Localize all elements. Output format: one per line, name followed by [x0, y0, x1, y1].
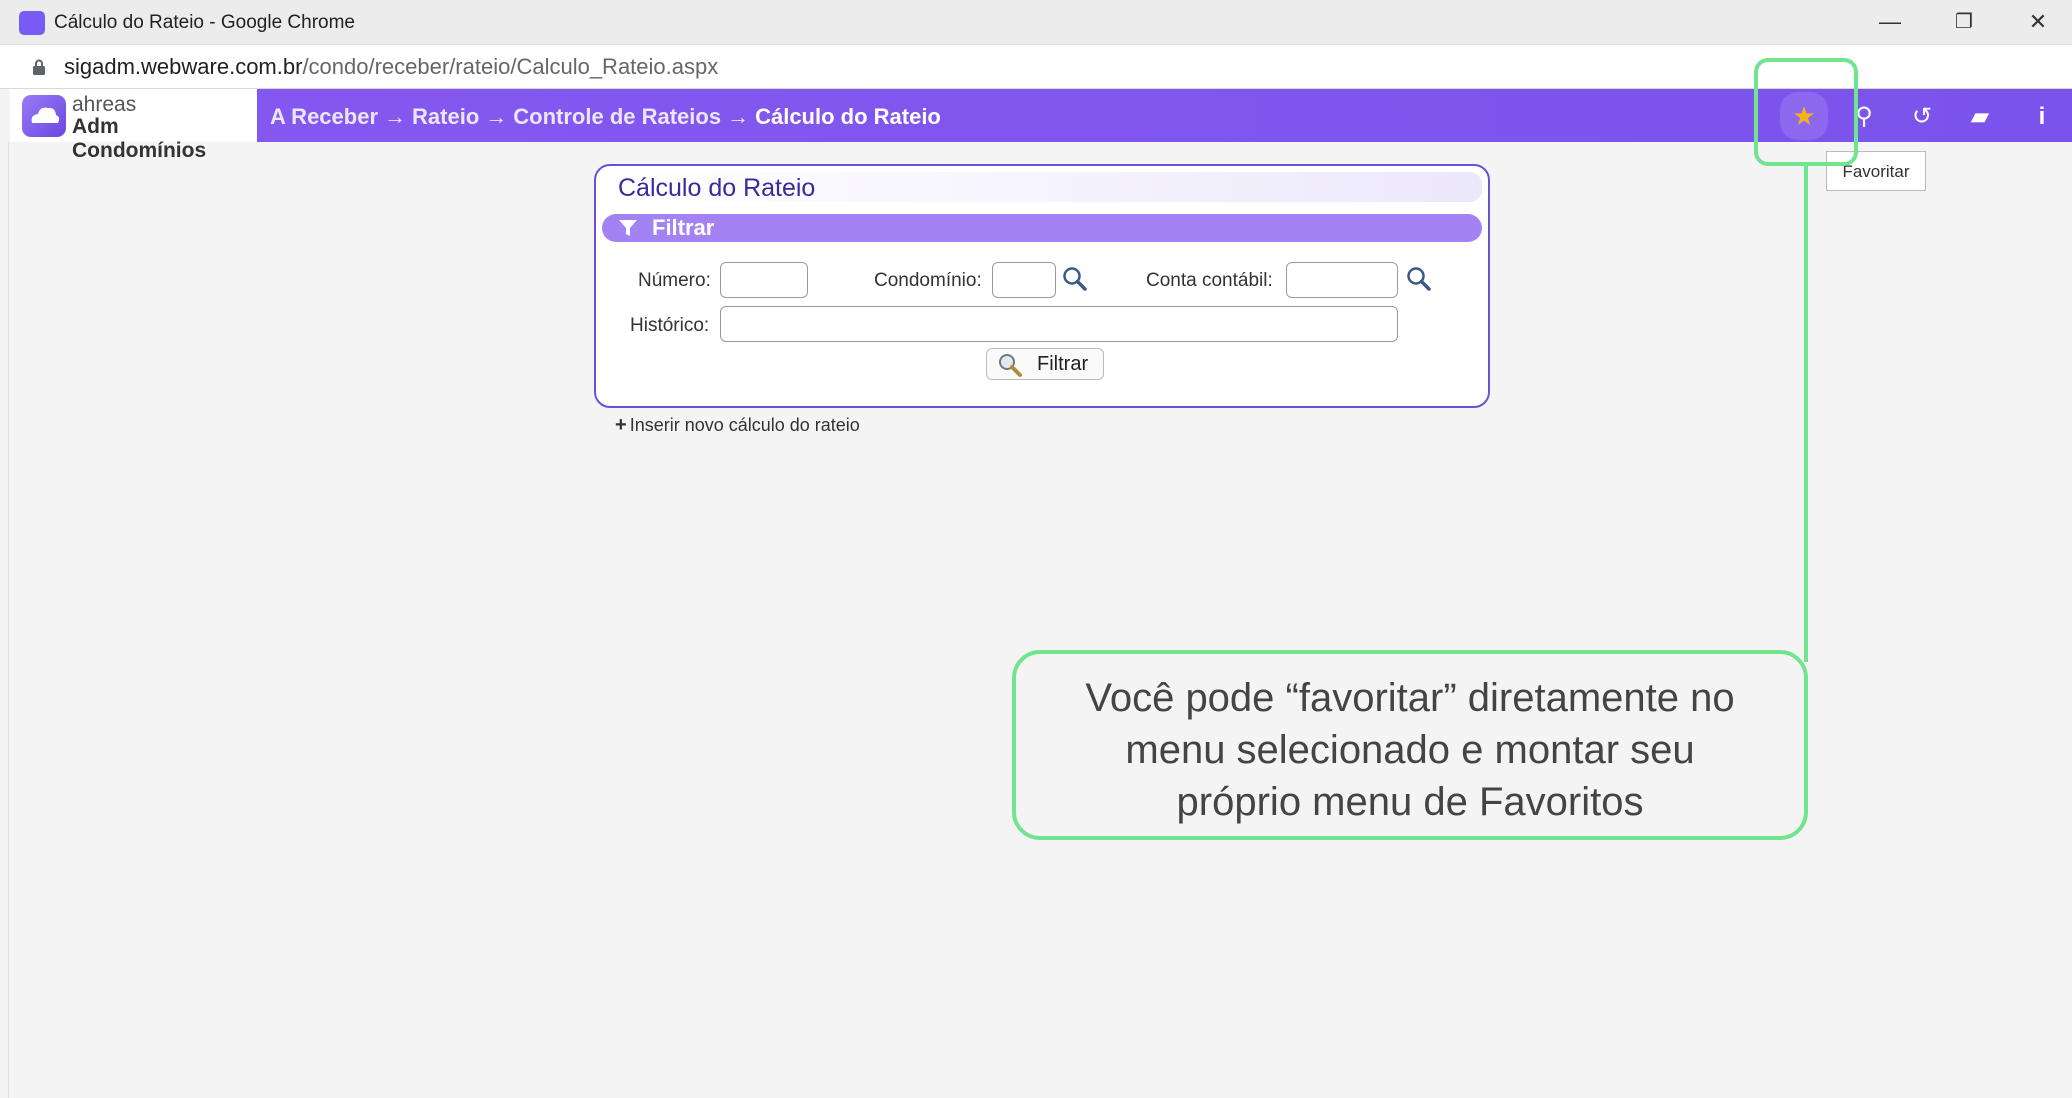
lock-icon	[33, 59, 45, 75]
conta-contabil-input[interactable]	[1286, 262, 1398, 298]
filtrar-button[interactable]: Filtrar	[986, 348, 1104, 380]
callout-line-2: menu selecionado e montar seu	[1125, 728, 1695, 772]
callout-line-3: próprio menu de Favoritos	[1176, 780, 1644, 824]
page-border	[8, 142, 9, 1098]
logo-badge-icon	[22, 95, 66, 137]
breadcrumb-item-rateio[interactable]: Rateio	[412, 104, 479, 129]
condominio-label: Condomínio:	[874, 270, 982, 291]
breadcrumb-item-controle-de-rateios[interactable]: Controle de Rateios	[513, 104, 721, 129]
condominio-input[interactable]	[992, 262, 1056, 298]
browser-title-bar: Cálculo do Rateio - Google Chrome — ❐ ✕	[0, 0, 2072, 45]
breadcrumb-separator: →	[485, 104, 508, 129]
url-host: sigadm.webware.com.br	[64, 54, 303, 79]
breadcrumb-item-a-receber[interactable]: A Receber	[270, 104, 378, 129]
panel-title: Cálculo do Rateio	[618, 174, 816, 202]
breadcrumb-separator: →	[384, 104, 407, 129]
panel-title-bar: Cálculo do Rateio	[602, 172, 1482, 202]
filtrar-button-label: Filtrar	[1037, 353, 1089, 375]
book-icon[interactable]: ▰	[1962, 99, 1998, 135]
breadcrumb-separator: →	[727, 104, 750, 129]
historico-input[interactable]	[720, 306, 1398, 342]
window-title: Cálculo do Rateio - Google Chrome	[54, 12, 355, 33]
filter-header-label: Filtrar	[652, 215, 715, 240]
close-button[interactable]: ✕	[2018, 6, 2058, 38]
app-favicon-icon	[19, 11, 45, 35]
callout-line-1: Você pode “favoritar” diretamente no	[1085, 676, 1735, 720]
restore-button[interactable]: ❐	[1944, 6, 1984, 38]
condominio-search-icon[interactable]	[1062, 266, 1088, 292]
filter-icon	[619, 220, 637, 236]
insert-link-label: Inserir novo cálculo do rateio	[629, 415, 860, 435]
conta-contabil-label: Conta contábil:	[1146, 270, 1273, 291]
annotation-callout: Você pode “favoritar” diretamente no men…	[1012, 650, 1808, 840]
numero-label: Número:	[638, 270, 711, 291]
url-path: /condo/receber/rateio/Calculo_Rateio.asp…	[302, 54, 719, 79]
filter-section-header[interactable]: Filtrar	[602, 214, 1482, 242]
minimize-button[interactable]: —	[1870, 6, 1910, 38]
history-icon[interactable]: ↺	[1904, 99, 1940, 135]
logo-line1: ahreas	[72, 93, 137, 116]
info-icon[interactable]: i	[2024, 99, 2060, 135]
app-logo[interactable]: ahreas Adm Condomínios	[10, 89, 257, 162]
breadcrumb-current: Cálculo do Rateio	[755, 104, 941, 129]
highlight-box	[1754, 58, 1858, 166]
numero-input[interactable]	[720, 262, 808, 298]
breadcrumb: A Receber → Rateio → Controle de Rateios → Cál…	[270, 104, 941, 130]
plus-icon: +	[615, 414, 627, 436]
logo-line2: Adm Condomínios	[72, 115, 207, 162]
conta-search-icon[interactable]	[1406, 266, 1432, 292]
search-icon	[999, 354, 1022, 377]
historico-label: Histórico:	[630, 315, 710, 336]
calculo-rateio-panel: Cálculo do Rateio Filtrar Número: Condom…	[594, 164, 1490, 408]
insert-new-calculo-link[interactable]: + Inserir novo cálculo do rateio	[615, 414, 860, 437]
url-text[interactable]: sigadm.webware.com.br/condo/receber/rate…	[64, 54, 718, 80]
callout-connector	[1804, 166, 1808, 662]
